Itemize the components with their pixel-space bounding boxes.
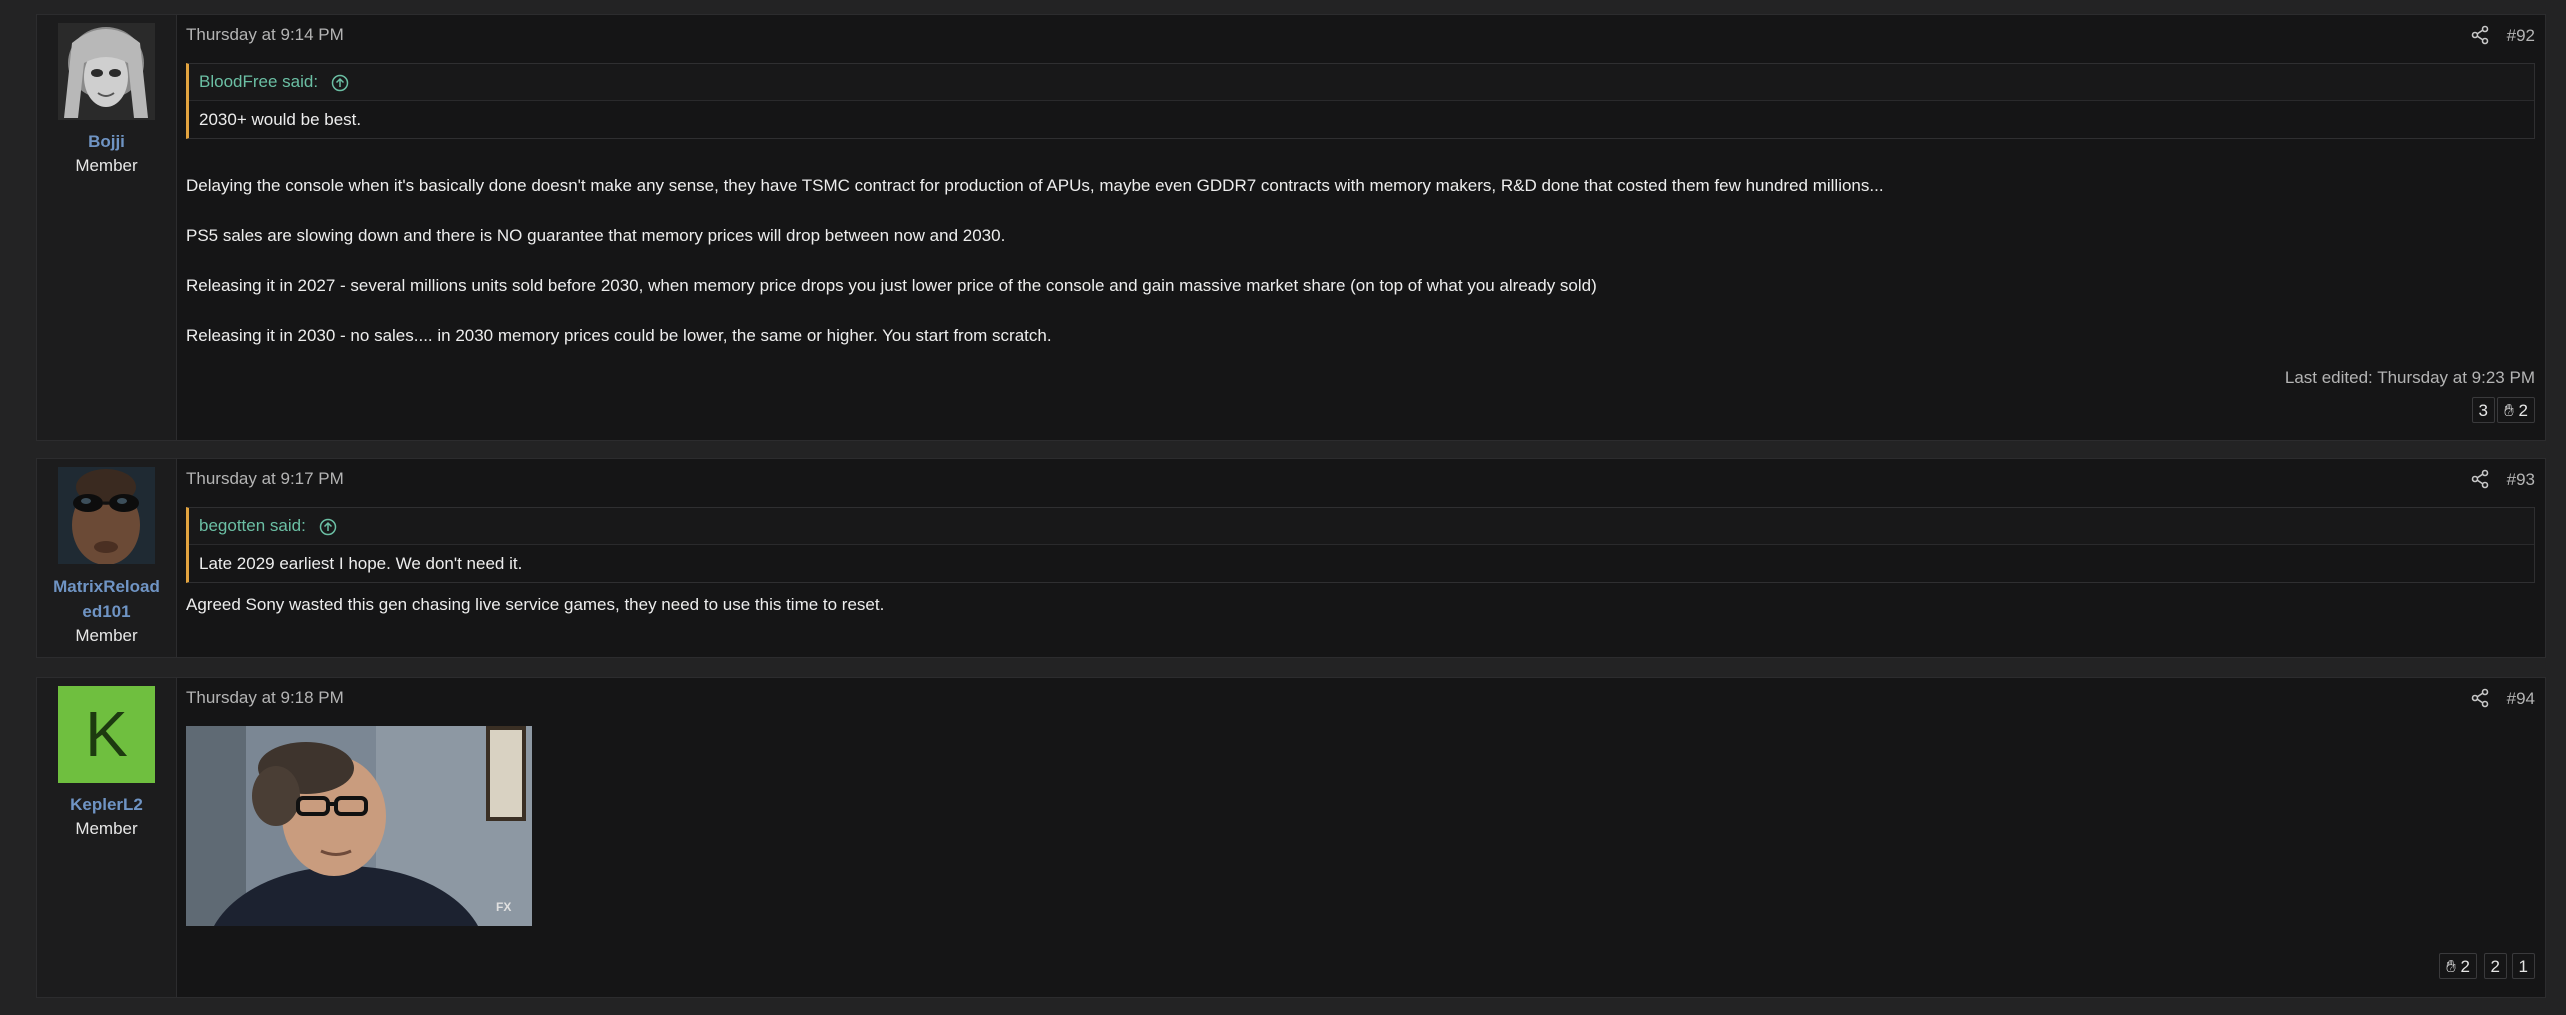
reaction-hand[interactable]: ✋︎ 2 — [2497, 397, 2535, 423]
post-paragraph: Releasing it in 2027 - several millions … — [186, 276, 1597, 295]
username-line[interactable]: MatrixReload — [37, 574, 176, 599]
quote-text: Late 2029 earliest I hope. We don't need… — [199, 554, 523, 573]
reaction-count-label: 1 — [2518, 957, 2528, 976]
reaction-count-label: 2 — [2460, 957, 2470, 976]
quote-author-label[interactable]: begotten said: — [199, 516, 306, 535]
post-date[interactable]: Thursday at 9:14 PM — [186, 25, 344, 45]
quote-author-label[interactable]: BloodFree said: — [199, 72, 318, 91]
quote-author[interactable]: begotten said: — [189, 508, 2534, 545]
user-panel: K KeplerL2 Member — [37, 678, 177, 997]
reaction-count-label: 3 — [2478, 401, 2488, 420]
username[interactable]: KeplerL2 — [37, 793, 176, 817]
reaction-count[interactable]: 2 — [2483, 953, 2507, 979]
post-93: MatrixReload ed101 Member Thursday at 9:… — [36, 458, 2546, 658]
quote-author[interactable]: BloodFree said: — [189, 64, 2534, 101]
post-paragraph: Releasing it in 2030 - no sales.... in 2… — [186, 326, 1052, 345]
user-role: Member — [75, 156, 138, 175]
quote-block: BloodFree said: 2030+ would be best. — [186, 63, 2535, 139]
user-role: Member — [75, 819, 138, 838]
post-date[interactable]: Thursday at 9:18 PM — [186, 688, 344, 708]
username[interactable]: Bojji — [37, 130, 176, 154]
share-icon[interactable] — [2470, 469, 2490, 489]
share-icon[interactable] — [2470, 25, 2490, 45]
username[interactable]: MatrixReload ed101 — [37, 574, 176, 624]
post-paragraph: PS5 sales are slowing down and there is … — [186, 226, 1006, 245]
reaction-count-label: 2 — [2490, 957, 2500, 976]
reaction-count-label: 2 — [2518, 401, 2528, 420]
post-number[interactable]: #93 — [2507, 470, 2535, 490]
gif-image[interactable]: FX — [186, 726, 532, 926]
avatar[interactable] — [58, 23, 155, 120]
arrow-up-circle-icon[interactable] — [331, 74, 349, 92]
post-date[interactable]: Thursday at 9:17 PM — [186, 469, 344, 489]
post-body: Thursday at 9:18 PM #94 FX ✋︎ 2 2 1 — [186, 678, 2535, 997]
post-number[interactable]: #92 — [2507, 26, 2535, 46]
user-role: Member — [75, 626, 138, 645]
post-number[interactable]: #94 — [2507, 689, 2535, 709]
arrow-up-circle-icon[interactable] — [319, 518, 337, 536]
post-94: K KeplerL2 Member Thursday at 9:18 PM #9… — [36, 677, 2546, 998]
avatar[interactable] — [58, 467, 155, 564]
post-paragraph: Delaying the console when it's basically… — [186, 176, 1884, 195]
username-line[interactable]: ed101 — [37, 599, 176, 624]
post-92: Bojji Member Thursday at 9:14 PM #92 Blo… — [36, 14, 2546, 441]
reaction-count[interactable]: 1 — [2511, 953, 2535, 979]
avatar-initial: K — [85, 698, 128, 770]
reaction-hand[interactable]: ✋︎ 2 — [2439, 953, 2477, 979]
watermark-label: FX — [496, 900, 511, 914]
avatar[interactable]: K — [58, 686, 155, 783]
share-icon[interactable] — [2470, 688, 2490, 708]
quote-block: begotten said: Late 2029 earliest I hope… — [186, 507, 2535, 583]
hand-icon: ✋︎ — [2446, 957, 2456, 976]
post-paragraph: Agreed Sony wasted this gen chasing live… — [186, 595, 885, 614]
last-edited: Last edited: Thursday at 9:23 PM — [2284, 368, 2535, 387]
post-body: Thursday at 9:17 PM #93 begotten said: L… — [186, 459, 2535, 657]
quote-text: 2030+ would be best. — [199, 110, 362, 129]
reaction-count[interactable]: 3 — [2471, 397, 2495, 423]
post-body: Thursday at 9:14 PM #92 BloodFree said: … — [186, 15, 2535, 440]
user-panel: MatrixReload ed101 Member — [37, 459, 177, 657]
hand-icon: ✋︎ — [2504, 401, 2514, 420]
user-panel: Bojji Member — [37, 15, 177, 440]
